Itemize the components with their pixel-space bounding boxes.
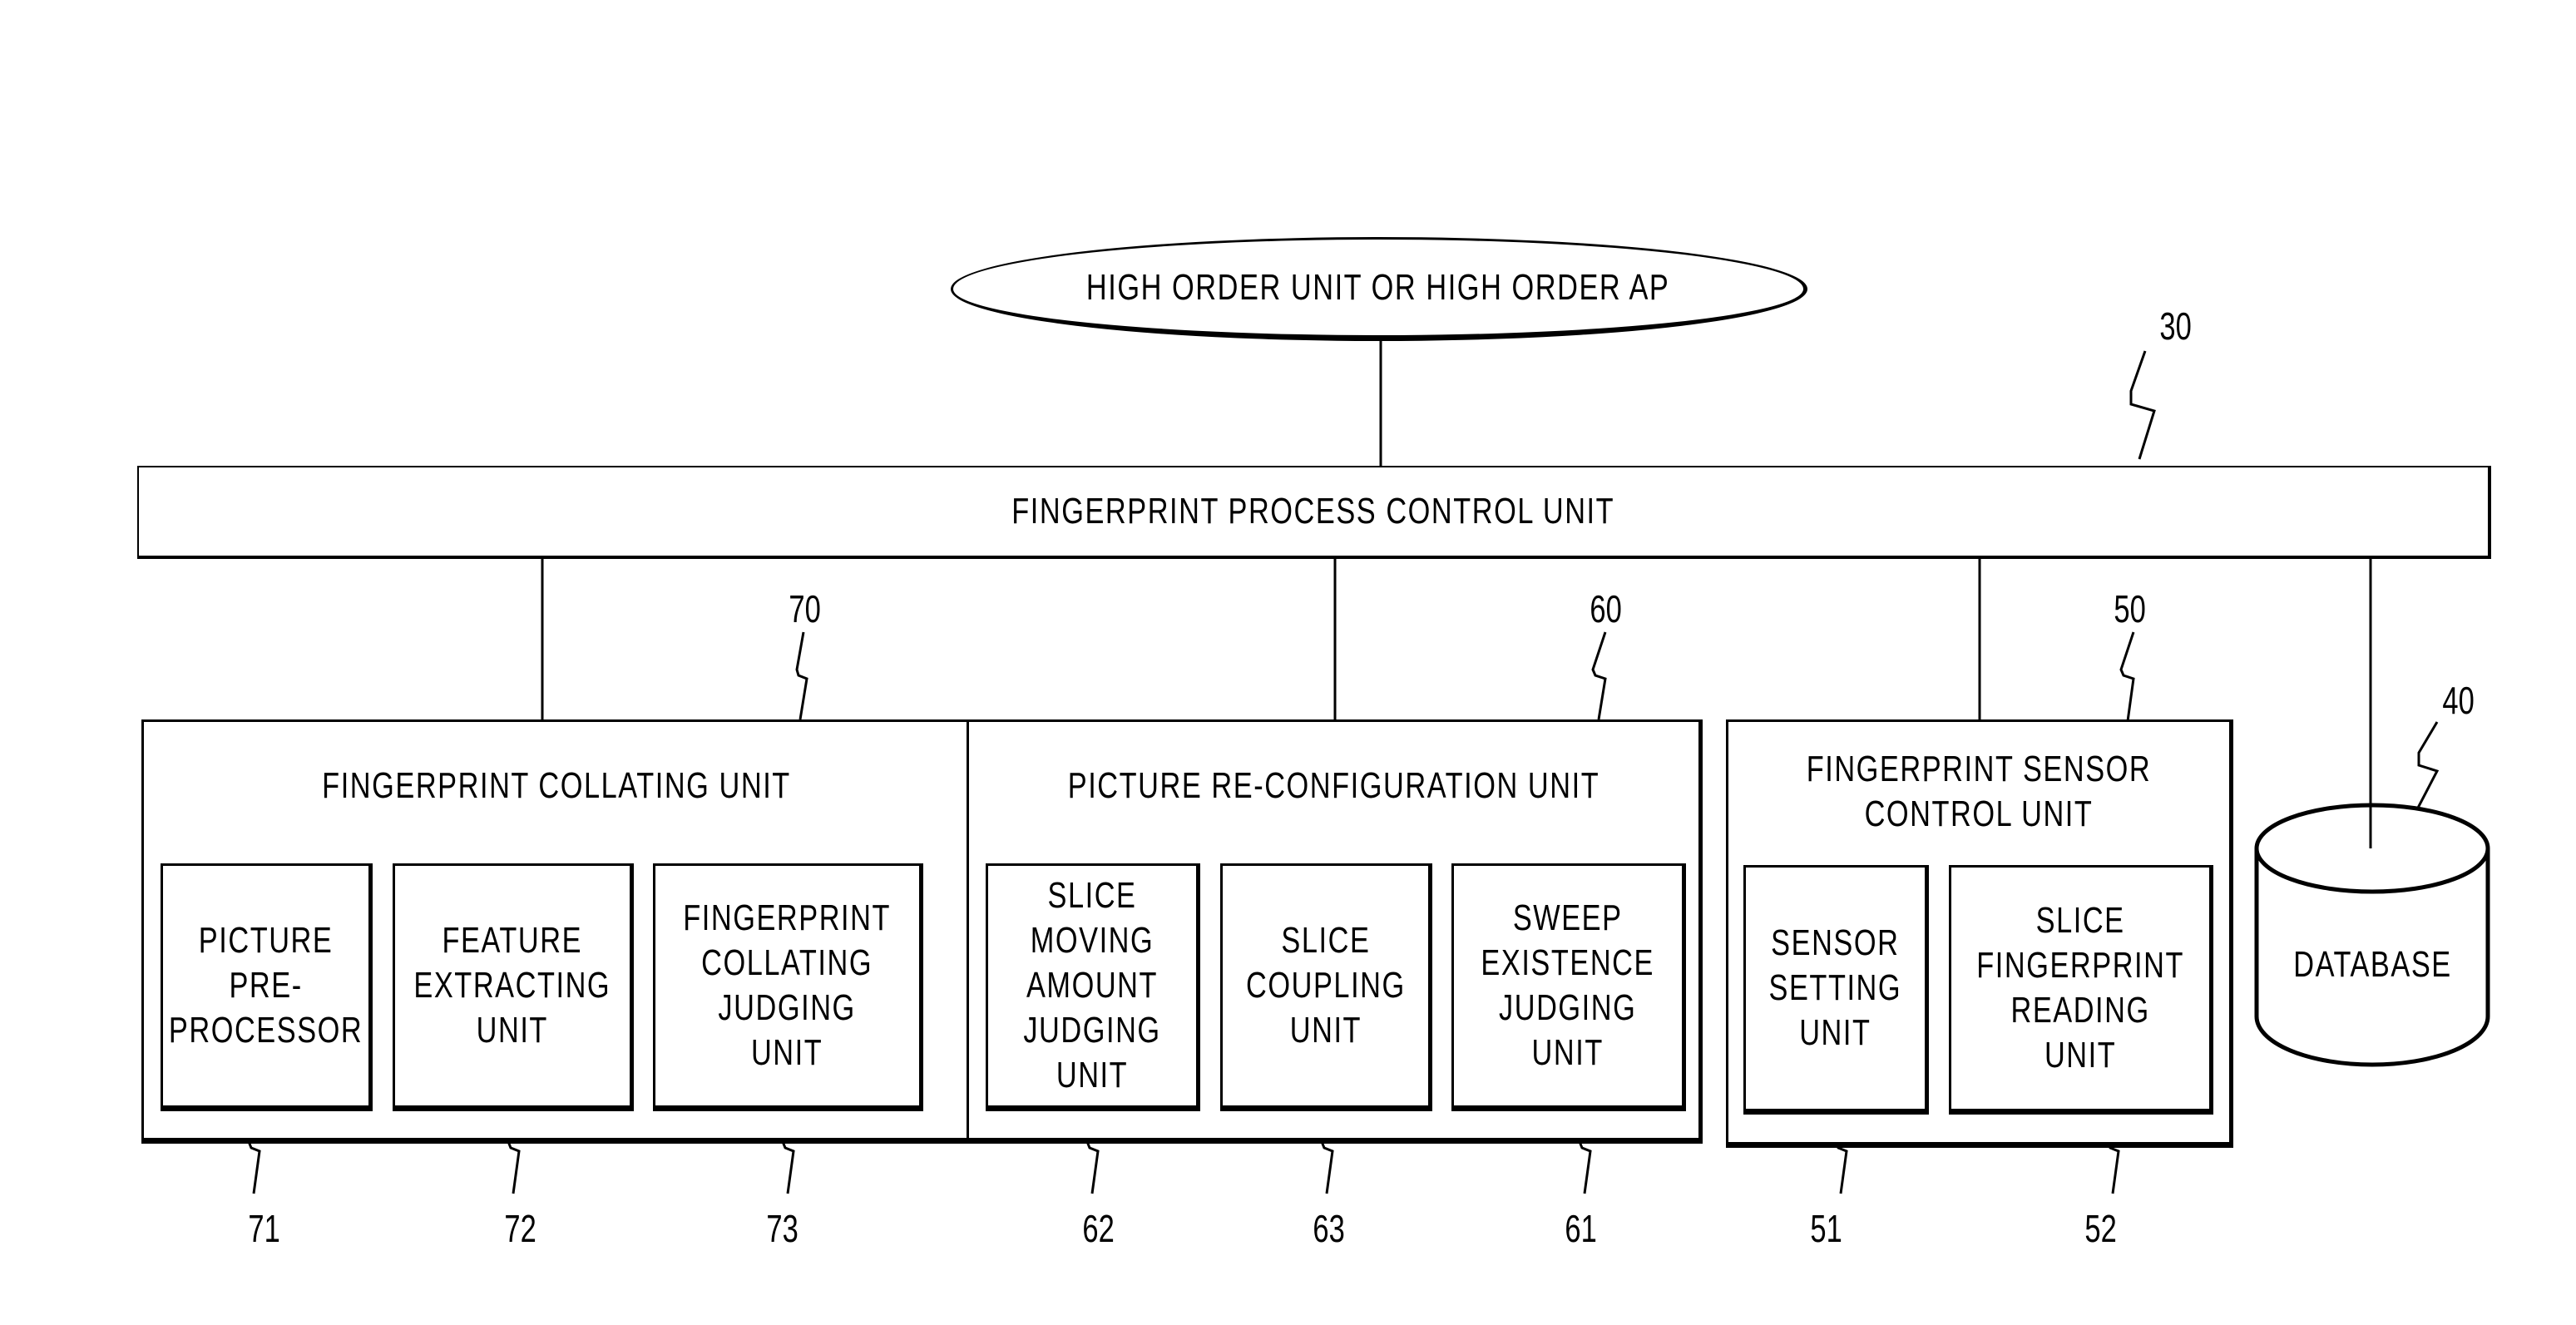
slice-reading-label: SLICE FINGERPRINT READING UNIT bbox=[1976, 900, 2184, 1075]
ref-50: 50 bbox=[2114, 587, 2146, 630]
sensor-unit-label: FINGERPRINT SENSOR CONTROL UNIT bbox=[1806, 749, 2152, 834]
process-control-label: FINGERPRINT PROCESS CONTROL UNIT bbox=[1011, 491, 1615, 531]
slice-fingerprint-reading-unit: SLICE FINGERPRINT READING UNIT bbox=[1949, 865, 2213, 1115]
slice-moving-label: SLICE MOVING AMOUNT JUDGING UNIT bbox=[1023, 875, 1161, 1095]
ref-30: 30 bbox=[2159, 304, 2192, 348]
collating-judging-label: FINGERPRINT COLLATING JUDGING UNIT bbox=[683, 897, 892, 1073]
database-label: DATABASE bbox=[2293, 944, 2452, 985]
ref-73: 73 bbox=[766, 1207, 799, 1250]
leader-70 bbox=[795, 631, 808, 720]
ref-70: 70 bbox=[789, 587, 821, 630]
ref-62: 62 bbox=[1082, 1207, 1115, 1250]
collating-unit-label: FINGERPRINT COLLATING UNIT bbox=[322, 765, 791, 806]
high-order-label: HIGH ORDER UNIT OR HIGH ORDER AP bbox=[1086, 266, 1670, 308]
picture-preprocessor-label: PICTURE PRE- PROCESSOR bbox=[168, 920, 363, 1051]
ref-61: 61 bbox=[1565, 1207, 1597, 1250]
high-order-unit: HIGH ORDER UNIT OR HIGH ORDER AP bbox=[951, 237, 1807, 341]
fingerprint-process-control-unit: FINGERPRINT PROCESS CONTROL UNIT bbox=[137, 466, 2491, 559]
leader-60 bbox=[1591, 631, 1607, 720]
feature-extracting-label: FEATURE EXTRACTING UNIT bbox=[413, 920, 611, 1051]
ref-72: 72 bbox=[504, 1207, 536, 1250]
leader-40 bbox=[2415, 721, 2440, 812]
ref-40: 40 bbox=[2442, 679, 2475, 722]
slice-coupling-label: SLICE COUPLING UNIT bbox=[1245, 920, 1406, 1051]
reconfig-unit-label: PICTURE RE-CONFIGURATION UNIT bbox=[1067, 765, 1600, 806]
ref-71: 71 bbox=[248, 1207, 280, 1250]
database-cylinder-icon bbox=[2254, 803, 2490, 1067]
slice-coupling-unit: SLICE COUPLING UNIT bbox=[1220, 863, 1432, 1111]
sweep-existence-judging-unit: SWEEP EXISTENCE JUDGING UNIT bbox=[1451, 863, 1686, 1111]
sensor-setting-label: SENSOR SETTING UNIT bbox=[1768, 922, 1902, 1053]
ref-52: 52 bbox=[2084, 1207, 2117, 1250]
ref-63: 63 bbox=[1313, 1207, 1345, 1250]
picture-preprocessor: PICTURE PRE- PROCESSOR bbox=[161, 863, 373, 1111]
feature-extracting-unit: FEATURE EXTRACTING UNIT bbox=[393, 863, 634, 1111]
leader-50 bbox=[2119, 631, 2135, 722]
sweep-existence-label: SWEEP EXISTENCE JUDGING UNIT bbox=[1481, 897, 1655, 1073]
slice-moving-amount-judging-unit: SLICE MOVING AMOUNT JUDGING UNIT bbox=[986, 863, 1200, 1111]
fingerprint-collating-judging-unit: FINGERPRINT COLLATING JUDGING UNIT bbox=[653, 863, 923, 1111]
sensor-setting-unit: SENSOR SETTING UNIT bbox=[1743, 865, 1929, 1115]
ref-60: 60 bbox=[1590, 587, 1622, 630]
ref-51: 51 bbox=[1810, 1207, 1842, 1250]
leader-30 bbox=[2129, 350, 2156, 460]
